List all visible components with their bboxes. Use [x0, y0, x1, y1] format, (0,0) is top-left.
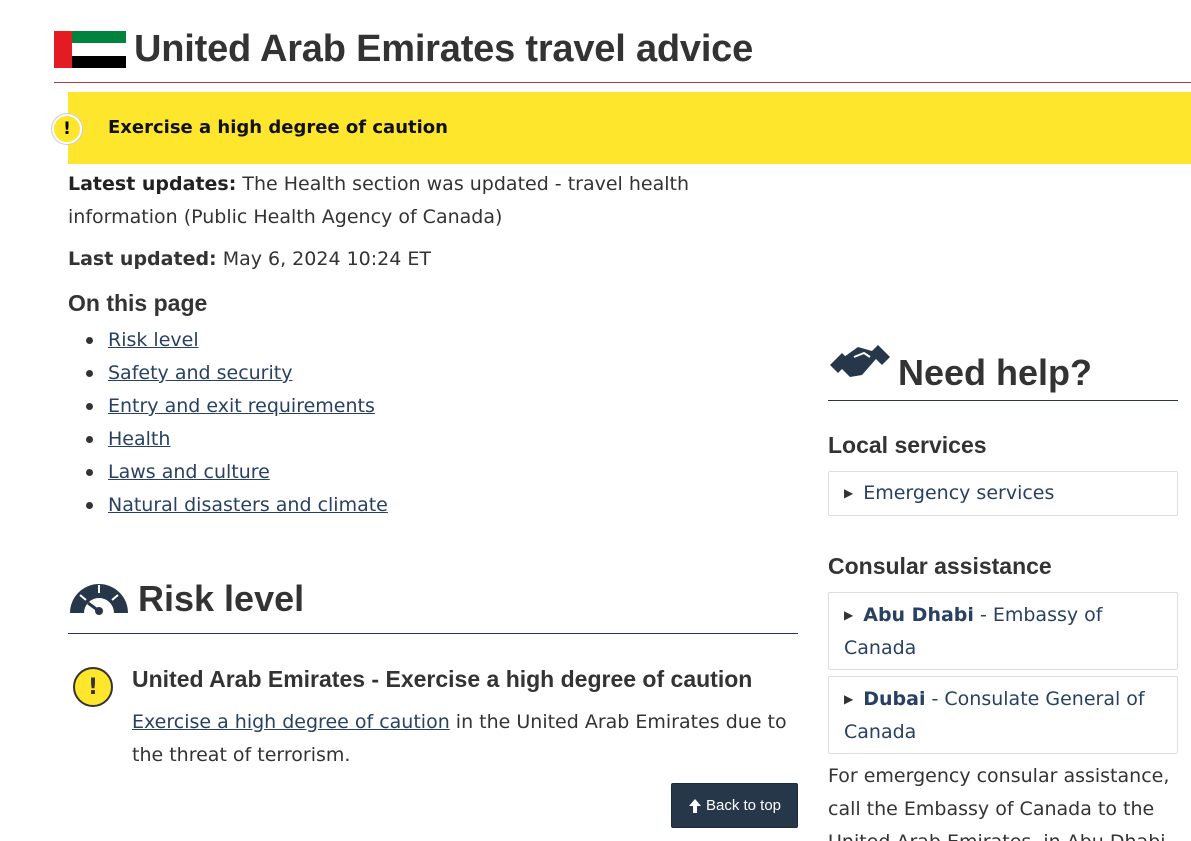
- gauge-icon: [70, 584, 128, 615]
- on-this-page-heading: On this page: [68, 290, 208, 316]
- help-heading-row: Need help?: [828, 332, 1092, 394]
- exclamation-circle-icon: !: [73, 667, 113, 707]
- triangle-right-icon: ▶: [844, 486, 854, 500]
- emergency-consular-text: For emergency consular assistance, call …: [828, 765, 1170, 841]
- need-help-heading: Need help?: [898, 352, 1093, 393]
- exclamation-icon: !: [52, 114, 82, 144]
- toc-link-laws[interactable]: Laws and culture: [108, 461, 270, 483]
- toc-item-natural-disasters: Natural disasters and climate: [86, 489, 388, 522]
- toc-link-safety[interactable]: Safety and security: [108, 362, 292, 384]
- last-updated: Last updated: May 6, 2024 10:24 ET: [68, 244, 431, 274]
- toc-link-risk-level[interactable]: Risk level: [108, 329, 199, 351]
- local-services-heading: Local services: [828, 432, 987, 458]
- triangle-right-icon: ▶: [844, 692, 854, 706]
- on-this-page-list: Risk level Safety and security Entry and…: [86, 324, 388, 522]
- help-divider: [828, 400, 1178, 401]
- alert-text: Exercise a high degree of caution: [108, 117, 448, 138]
- risk-subheading: United Arab Emirates - Exercise a high d…: [132, 666, 753, 692]
- uae-flag-icon: [54, 31, 126, 68]
- back-to-top-button[interactable]: Back to top: [671, 783, 798, 828]
- dubai-name: Dubai: [863, 688, 926, 710]
- dubai-toggle[interactable]: ▶ Dubai - Consulate General of Canada: [828, 676, 1178, 754]
- risk-level-heading: Risk level: [138, 578, 305, 619]
- risk-heading-row: Risk level: [68, 578, 304, 620]
- risk-description: Exercise a high degree of caution in the…: [132, 706, 792, 772]
- toc-item-health: Health: [86, 423, 388, 456]
- toc-link-natural-disasters[interactable]: Natural disasters and climate: [108, 494, 388, 516]
- abu-dhabi-toggle[interactable]: ▶ Abu Dhabi - Embassy of Canada: [828, 592, 1178, 670]
- triangle-right-icon: ▶: [844, 608, 854, 622]
- risk-level-link[interactable]: Exercise a high degree of caution: [132, 711, 450, 733]
- toc-item-laws: Laws and culture: [86, 456, 388, 489]
- latest-updates-label: Latest updates:: [68, 173, 237, 195]
- toc-link-health[interactable]: Health: [108, 428, 170, 450]
- consular-assistance-heading: Consular assistance: [828, 553, 1052, 579]
- page-title-row: United Arab Emirates travel advice: [54, 28, 753, 71]
- last-updated-label: Last updated:: [68, 248, 217, 270]
- last-updated-value: May 6, 2024 10:24 ET: [216, 248, 431, 270]
- page-title: United Arab Emirates travel advice: [134, 28, 754, 70]
- emergency-services-label: Emergency services: [863, 482, 1055, 504]
- arrow-up-icon: [688, 798, 701, 813]
- back-to-top-label: Back to top: [705, 797, 782, 814]
- abu-dhabi-name: Abu Dhabi: [863, 604, 974, 626]
- toc-link-entry-exit[interactable]: Entry and exit requirements: [108, 395, 375, 417]
- risk-divider: [68, 633, 798, 634]
- emergency-services-toggle[interactable]: ▶ Emergency services: [828, 471, 1178, 516]
- handshake-icon: [830, 345, 890, 377]
- toc-item-risk-level: Risk level: [86, 324, 388, 357]
- toc-item-entry-exit: Entry and exit requirements: [86, 390, 388, 423]
- title-divider: [54, 82, 1191, 83]
- toc-item-safety: Safety and security: [86, 357, 388, 390]
- latest-updates: Latest updates: The Health section was u…: [68, 168, 798, 234]
